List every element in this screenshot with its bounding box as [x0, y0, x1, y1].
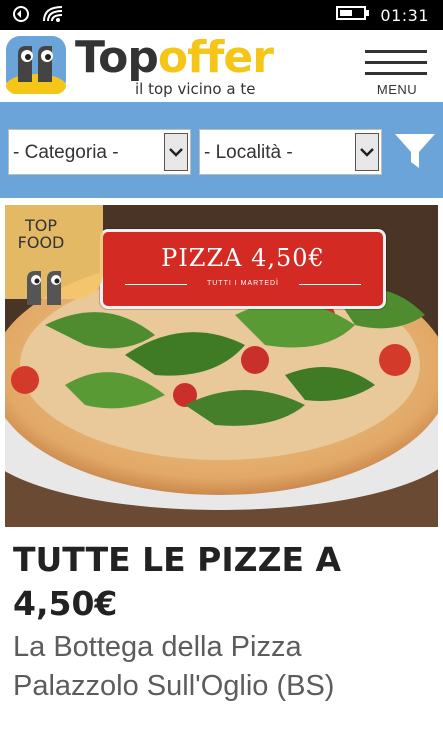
offer-location: La Bottega della Pizza Palazzolo Sull'Og…: [13, 631, 335, 702]
menu-label: MENU: [376, 82, 418, 97]
promo-banner: PIZZA 4,50€ TUTTI I MARTEDÌ: [100, 229, 386, 309]
wifi-icon: [42, 5, 64, 28]
status-bar: 01:31: [0, 0, 443, 30]
brand-name: Topoffer: [75, 32, 274, 83]
hamburger-icon: [365, 50, 427, 53]
top-food-badge: TOP FOOD: [5, 205, 103, 305]
logo-icon[interactable]: [6, 36, 66, 98]
menu-button[interactable]: MENU: [365, 48, 429, 98]
offer-image[interactable]: PIZZA 4,50€ TUTTI I MARTEDÌ TOP FOOD: [5, 205, 438, 527]
clock: 01:31: [380, 6, 429, 25]
location-select[interactable]: - Località -: [199, 129, 382, 175]
chevron-down-icon: [355, 133, 379, 171]
promo-title: PIZZA 4,50€: [161, 244, 325, 272]
category-select[interactable]: - Categoria -: [8, 129, 191, 175]
chevron-down-icon: [164, 133, 188, 171]
brand-tagline: il top vicino a te: [135, 80, 256, 98]
offer-title[interactable]: TUTTE LE PIZZE A 4,50€: [13, 538, 433, 626]
filter-icon[interactable]: [393, 132, 437, 172]
filter-bar: - Categoria - - Località -: [0, 102, 443, 198]
battery-icon: [336, 5, 370, 26]
app-header: Topoffer il top vicino a te MENU: [0, 30, 443, 102]
brand-logo[interactable]: Topoffer il top vicino a te: [75, 32, 274, 99]
data-saver-icon: [12, 5, 30, 28]
mascot-icon: [21, 265, 77, 305]
